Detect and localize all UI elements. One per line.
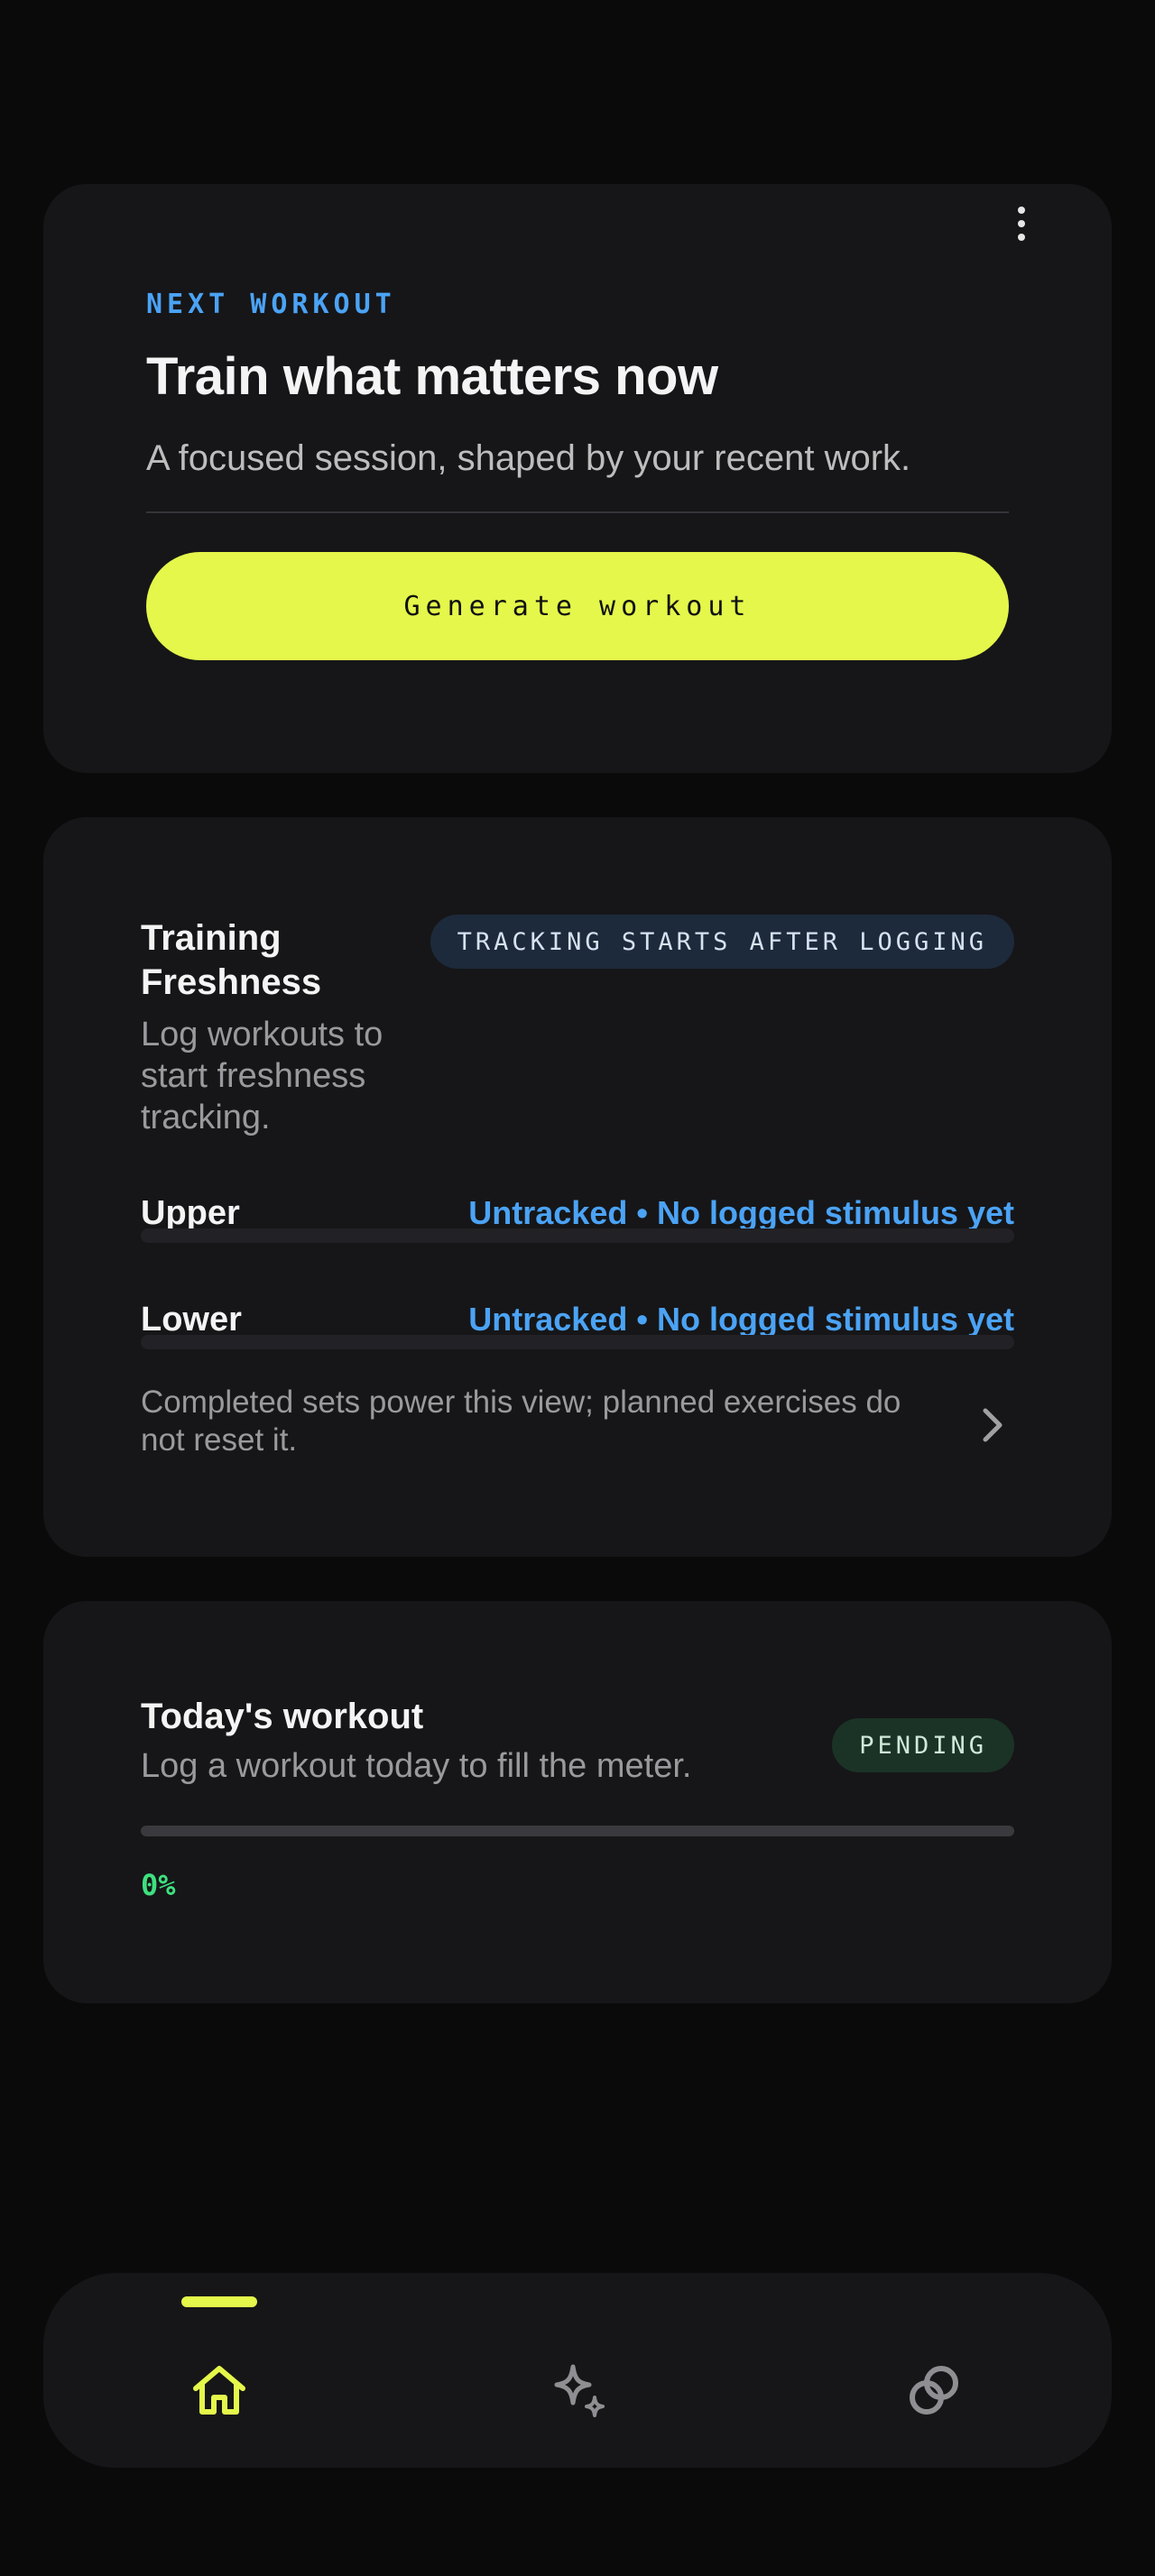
more-vertical-icon[interactable] xyxy=(1003,206,1040,242)
training-freshness-card: Training Freshness Log workouts to start… xyxy=(43,817,1112,1557)
next-workout-eyebrow: NEXT WORKOUT xyxy=(146,289,396,320)
todays-workout-subtitle: Log a workout today to fill the meter. xyxy=(141,1747,692,1785)
sparkle-icon xyxy=(554,2364,605,2417)
zone-status: Untracked • No logged stimulus yet xyxy=(468,1194,1014,1231)
menu-dot xyxy=(1018,220,1025,227)
app-screen: NEXT WORKOUT Train what matters now A fo… xyxy=(0,0,1155,2576)
menu-dot xyxy=(1018,234,1025,241)
link-circles-icon xyxy=(910,2366,958,2415)
nav-item-connections[interactable] xyxy=(844,2273,1024,2468)
freshness-subtitle: Log workouts to start freshness tracking… xyxy=(141,1016,383,1136)
bottom-navigation xyxy=(43,2273,1112,2468)
nav-item-generate[interactable] xyxy=(490,2273,670,2468)
zone-bar-lower xyxy=(141,1335,1014,1349)
freshness-title: Training Freshness xyxy=(141,918,322,1002)
next-workout-card: NEXT WORKOUT Train what matters now A fo… xyxy=(43,184,1112,773)
zone-bar-upper xyxy=(141,1228,1014,1243)
zone-name: Lower xyxy=(141,1300,242,1339)
zone-name: Upper xyxy=(141,1193,240,1232)
pending-status-badge: PENDING xyxy=(832,1718,1014,1772)
active-indicator xyxy=(181,2296,257,2307)
workout-progress-bar xyxy=(141,1826,1014,1836)
freshness-note: Completed sets power this view; planned … xyxy=(141,1385,901,1458)
workout-progress-label: 0% xyxy=(141,1868,176,1902)
home-icon xyxy=(193,2366,245,2415)
todays-workout-card: Today's workout Log a workout today to f… xyxy=(43,1601,1112,2003)
chevron-right-icon[interactable] xyxy=(973,1402,1012,1449)
generate-workout-button[interactable]: Generate workout xyxy=(146,552,1009,660)
next-workout-title: Train what matters now xyxy=(146,347,718,406)
zone-status: Untracked • No logged stimulus yet xyxy=(468,1301,1014,1338)
next-workout-subtitle: A focused session, shaped by your recent… xyxy=(146,438,911,478)
menu-dot xyxy=(1018,207,1025,214)
tracking-status-badge: TRACKING STARTS AFTER LOGGING xyxy=(430,915,1014,969)
todays-workout-title: Today's workout xyxy=(141,1697,424,1736)
nav-item-home[interactable] xyxy=(129,2273,310,2468)
divider xyxy=(146,511,1009,513)
